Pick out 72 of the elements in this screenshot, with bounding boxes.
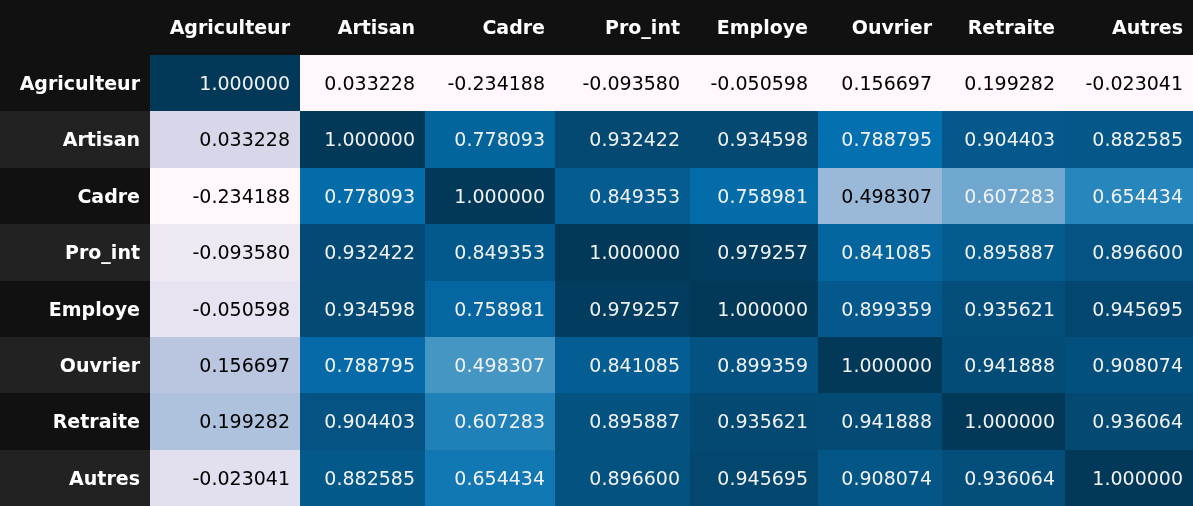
table-cell: 0.979257 <box>690 224 818 281</box>
table-cell: 0.654434 <box>1065 167 1193 225</box>
table-cell: 0.607283 <box>425 393 555 450</box>
table-cell: -0.050598 <box>690 55 818 112</box>
table-cell: 1.000000 <box>150 55 300 112</box>
row-header: Ouvrier <box>0 336 150 394</box>
table-cell: 0.841085 <box>555 336 690 394</box>
table-cell: 0.896600 <box>555 449 690 506</box>
table-cell: 0.778093 <box>300 167 425 225</box>
table-cell: 0.199282 <box>942 55 1065 112</box>
table-cell: 0.935621 <box>942 280 1065 337</box>
table-cell: 0.936064 <box>1065 393 1193 450</box>
table-cell: 0.936064 <box>942 449 1065 506</box>
table-cell: 0.758981 <box>690 167 818 225</box>
table-cell: -0.050598 <box>150 280 300 337</box>
table-cell: 0.156697 <box>150 336 300 394</box>
table-cell: 0.904403 <box>300 393 425 450</box>
table-cell: 0.841085 <box>818 224 942 281</box>
table-cell: 0.908074 <box>1065 336 1193 394</box>
table-cell: 0.932422 <box>300 224 425 281</box>
table-cell: 0.498307 <box>818 167 942 225</box>
table-cell: 0.908074 <box>818 449 942 506</box>
table-cell: 0.788795 <box>300 336 425 394</box>
table-cell: -0.023041 <box>1065 55 1193 112</box>
table-cell: 0.895887 <box>555 393 690 450</box>
table-cell: 0.935621 <box>690 393 818 450</box>
row-header: Retraite <box>0 393 150 450</box>
table-cell: -0.234188 <box>150 167 300 225</box>
table-cell: 0.788795 <box>818 111 942 168</box>
table-cell: 0.778093 <box>425 111 555 168</box>
table-cell: 0.033228 <box>300 55 425 112</box>
table-cell: 0.941888 <box>818 393 942 450</box>
table-cell: 0.199282 <box>150 393 300 450</box>
table-cell: 0.941888 <box>942 336 1065 394</box>
table-cell: 0.607283 <box>942 167 1065 225</box>
table-cell: 0.849353 <box>425 224 555 281</box>
table-cell: 1.000000 <box>690 280 818 337</box>
table-cell: 0.904403 <box>942 111 1065 168</box>
table-cell: 0.899359 <box>690 336 818 394</box>
table-cell: 0.882585 <box>1065 111 1193 168</box>
table-cell: 1.000000 <box>555 224 690 281</box>
row-header: Pro_int <box>0 224 150 281</box>
table-cell: 0.945695 <box>690 449 818 506</box>
table-cell: 1.000000 <box>818 336 942 394</box>
row-header: Employe <box>0 280 150 337</box>
table-cell: 0.899359 <box>818 280 942 337</box>
row-header: Artisan <box>0 111 150 168</box>
table-cell: 1.000000 <box>425 167 555 225</box>
table-cell: 0.932422 <box>555 111 690 168</box>
table-cell: 0.033228 <box>150 111 300 168</box>
table-cell: 0.945695 <box>1065 280 1193 337</box>
table-cell: 1.000000 <box>300 111 425 168</box>
table-cell: 0.849353 <box>555 167 690 225</box>
table-cell: 0.156697 <box>818 55 942 112</box>
table-cell: -0.234188 <box>425 55 555 112</box>
table-cell: 0.934598 <box>690 111 818 168</box>
row-header: Agriculteur <box>0 55 150 112</box>
table-cell: 0.896600 <box>1065 224 1193 281</box>
row-header: Autres <box>0 449 150 506</box>
row-header: Cadre <box>0 167 150 225</box>
table-cell: 0.654434 <box>425 449 555 506</box>
table-cell: 0.934598 <box>300 280 425 337</box>
table-cell: 1.000000 <box>942 393 1065 450</box>
table-cell: 0.882585 <box>300 449 425 506</box>
table-cell: -0.093580 <box>150 224 300 281</box>
table-cell: 0.979257 <box>555 280 690 337</box>
table-cell: 1.000000 <box>1065 449 1193 506</box>
table-cell: 0.758981 <box>425 280 555 337</box>
table-cell: -0.023041 <box>150 449 300 506</box>
table-cell: 0.498307 <box>425 336 555 394</box>
table-cell: -0.093580 <box>555 55 690 112</box>
table-cell: 0.895887 <box>942 224 1065 281</box>
